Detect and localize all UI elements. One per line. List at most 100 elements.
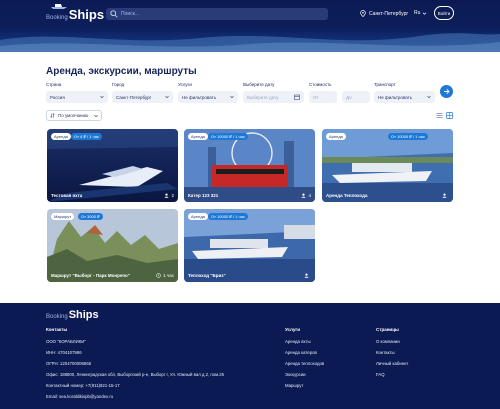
chevron-down-icon [230,95,234,99]
search-icon [110,10,118,18]
card-capacity: 4 [308,193,311,198]
card-price-badge: От 3000 ₽ [78,213,103,220]
footer-logo-big: Ships [68,309,99,321]
card-title: Маршрут "Выборг - Парк Монрепо" [51,273,130,278]
footer-link-faq[interactable]: FAQ [376,372,385,377]
card-title: Теплоход "Бриз" [188,273,226,278]
card-type-badge: Маршрут [51,213,75,220]
footer-company: ООО "КОРАБЛИКИ" [46,339,86,344]
card-type-badge: Аренда [326,133,346,140]
listing-card[interactable]: Аренда От 4 ₽ / 1 час Тестовая яхта 2 [47,129,178,202]
footer-link-ships[interactable]: Аренда теплоходов [285,361,324,366]
logo-small-text: Booking [46,15,68,21]
site-footer: Booking Ships Контакты ООО "КОРАБЛИКИ" И… [0,303,500,409]
footer-link-about[interactable]: О компании [376,339,400,344]
footer-email[interactable]: Email: sea.korablikispb@yandex.ru [46,394,113,399]
list-view-icon[interactable] [436,112,443,119]
user-icon [442,193,447,198]
user-icon [304,273,309,278]
clock-icon [156,273,161,278]
filter-date-placeholder: Выберите дату [247,94,279,100]
card-price-badge: От 4 ₽ / 1 час [71,133,102,140]
sort-icon [50,113,55,118]
filter-country-label: Страна [46,82,62,87]
listing-card[interactable]: Аренда От 10000 ₽ / 1 час Аренда Теплохо… [322,129,453,202]
filter-transport-label: Транспорт [374,82,396,87]
card-duration: 1 час [163,273,174,278]
filter-transport-select[interactable]: Не фильтровать [374,91,435,103]
calendar-icon [294,94,300,100]
site-logo[interactable]: Booking Ships [46,4,104,22]
footer-contacts-title: Контакты [46,327,68,332]
footer-services-title: Услуги [285,327,300,332]
filter-price-from-input[interactable]: От [309,91,337,103]
card-type-badge: Аренда [51,133,71,140]
search-bar[interactable] [106,8,328,20]
chevron-down-icon [94,114,98,118]
footer-link-account[interactable]: Личный кабинет [376,361,408,366]
footer-link-route[interactable]: Маршрут [285,383,303,388]
card-capacity: 2 [171,193,174,198]
footer-office: Офис: 188800, Ленинградская обл, Выборгс… [46,372,225,377]
page-title: Аренда, экскурсии, маршруты [46,66,197,77]
price-to-placeholder: До [346,94,352,100]
footer-pages-title: Страницы [376,327,399,332]
chevron-down-icon [165,95,169,99]
card-meta: 4 [301,193,311,198]
filter-date-label: Выберите дату [243,82,275,87]
grid-view-icon[interactable] [446,112,453,119]
filter-date-input[interactable]: Выберите дату [243,91,304,103]
card-price-badge: От 10000 ₽ / 1 час [208,213,248,220]
listing-card[interactable]: Аренда От 10000 ₽ / 1 час Теплоход "Бриз… [184,209,315,282]
language-selector[interactable]: Ru [414,10,427,16]
filter-city-value: Санкт-Петербург [116,94,152,100]
card-meta [442,193,449,198]
card-title: Катер 123 321 [188,193,219,198]
user-icon [165,193,169,198]
card-meta: 1 час [156,273,174,278]
card-type-badge: Аренда [188,133,208,140]
footer-link-boats[interactable]: Аренда катеров [285,350,317,355]
footer-phone[interactable]: Контактный номер: +7(911)921-15-17 [46,383,120,388]
filter-transport-value: Не фильтровать [378,94,413,100]
card-type-badge: Аренда [188,213,208,220]
footer-link-yachts[interactable]: Аренда яхты [285,339,311,344]
search-input[interactable] [121,11,321,17]
city-selector[interactable]: Санкт-Петербург [360,10,408,17]
city-label: Санкт-Петербург [369,10,409,17]
card-title: Аренда Теплохода [326,193,368,198]
filter-city-label: Город [112,82,125,87]
header-wave-decoration [0,33,500,52]
sort-select[interactable]: По умолчанию [46,110,102,121]
footer-link-excursions[interactable]: Экскурсии [285,372,306,377]
filter-price-label: Стоимость [309,82,332,87]
filter-city-select[interactable]: Санкт-Петербург [112,91,173,103]
chevron-down-icon [423,12,427,15]
filter-service-value: Не фильтровать [182,94,217,100]
login-button[interactable]: Войти [434,6,454,20]
boat-logo-icon [51,4,67,9]
filter-price-to-input[interactable]: До [342,91,370,103]
footer-logo-small: Booking [46,314,68,320]
footer-link-contacts[interactable]: Контакты [376,350,395,355]
card-price-badge: От 10000 ₽ / 1 час [208,133,248,140]
site-header: Booking Ships Санкт-Петербург Ru Войти [0,0,500,52]
filter-service-label: Услуги [178,82,192,87]
location-pin-icon [360,10,366,17]
card-price-badge: От 10000 ₽ / 1 час [388,133,428,140]
listing-card[interactable]: Аренда От 10000 ₽ / 1 час Катер 123 321 … [184,129,315,202]
chevron-down-icon [100,95,104,99]
card-title: Тестовая яхта [51,193,83,198]
filter-service-select[interactable]: Не фильтровать [178,91,238,103]
card-meta: 2 [164,193,174,198]
sort-label: По умолчанию [58,113,89,118]
user-icon [302,193,306,198]
arrow-right-icon [444,88,450,95]
filter-country-select[interactable]: Россия [46,91,108,103]
apply-filters-button[interactable] [440,85,453,98]
chevron-down-icon [427,95,431,99]
footer-logo[interactable]: Booking Ships [46,309,99,321]
listing-card[interactable]: Маршрут От 3000 ₽ Маршрут "Выборг - Парк… [47,209,178,282]
footer-ogrn: ОГРН: 1204700006865 [46,361,92,366]
card-meta [304,273,311,278]
